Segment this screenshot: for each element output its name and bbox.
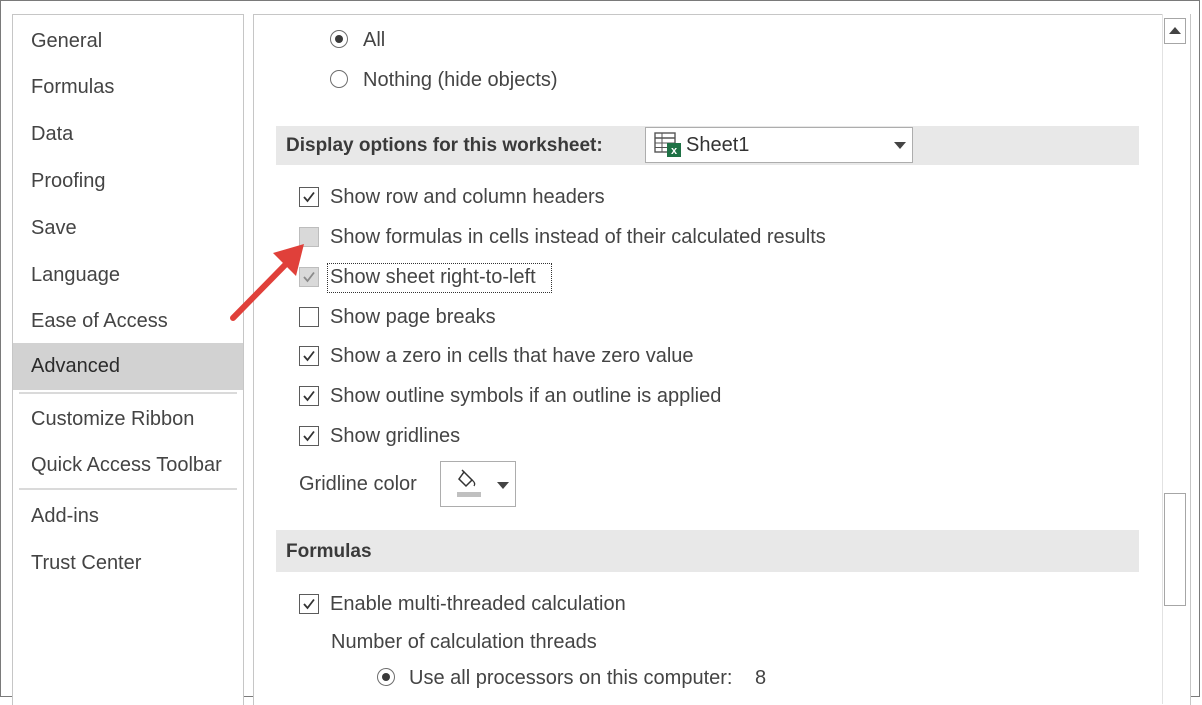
row-column-headers-label[interactable]: Show row and column headers [330, 186, 605, 209]
radio-use-all-processors[interactable] [377, 668, 395, 686]
chevron-down-icon [497, 482, 509, 489]
outline-symbols-label[interactable]: Show outline symbols if an outline is ap… [330, 385, 721, 408]
display-options-title: Display options for this worksheet: [286, 135, 603, 156]
radio-nothing[interactable] [330, 70, 348, 88]
checkbox-outline-symbols[interactable] [299, 386, 319, 406]
nav-separator [19, 488, 237, 490]
checkmark-icon [303, 350, 315, 362]
checkmark-icon [303, 191, 315, 203]
checkbox-zero-values[interactable] [299, 346, 319, 366]
scroll-up-button[interactable] [1164, 18, 1186, 44]
checkbox-row-column-headers[interactable] [299, 187, 319, 207]
checkmark-icon [303, 598, 315, 610]
radio-nothing-label[interactable]: Nothing (hide objects) [363, 69, 558, 92]
options-nav: General Formulas Data Proofing Save Lang… [12, 14, 244, 705]
checkmark-icon [303, 390, 315, 402]
radio-selected-dot [335, 35, 343, 43]
gridline-color-picker[interactable] [440, 461, 516, 507]
right-to-left-label[interactable]: Show sheet right-to-left [330, 266, 536, 289]
nav-item-advanced[interactable]: Advanced [13, 343, 243, 390]
nav-item-ease-of-access[interactable]: Ease of Access [13, 298, 243, 344]
use-all-processors-label[interactable]: Use all processors on this computer: [409, 667, 732, 690]
nav-item-data[interactable]: Data [13, 111, 243, 157]
svg-text:x: x [671, 145, 678, 157]
checkmark-icon [303, 430, 315, 442]
zero-values-label[interactable]: Show a zero in cells that have zero valu… [330, 345, 694, 368]
formulas-title: Formulas [286, 541, 372, 562]
nav-item-save[interactable]: Save [13, 205, 243, 251]
scroll-thumb[interactable] [1164, 493, 1186, 606]
chevron-down-icon [894, 142, 906, 149]
radio-selected-dot [382, 673, 390, 681]
nav-separator [19, 392, 237, 394]
nav-item-proofing[interactable]: Proofing [13, 158, 243, 204]
checkbox-multi-threaded[interactable] [299, 594, 319, 614]
show-formulas-label[interactable]: Show formulas in cells instead of their … [330, 226, 826, 249]
chevron-up-icon [1169, 27, 1181, 34]
nav-item-trust-center[interactable]: Trust Center [13, 540, 243, 586]
formulas-header [276, 530, 1139, 572]
gridlines-label[interactable]: Show gridlines [330, 425, 460, 448]
nav-item-language[interactable]: Language [13, 252, 243, 298]
sheet-select[interactable]: x Sheet1 [645, 127, 913, 163]
sheet-select-value: Sheet1 [686, 134, 750, 156]
nav-item-add-ins[interactable]: Add-ins [13, 493, 243, 539]
multi-threaded-label[interactable]: Enable multi-threaded calculation [330, 593, 626, 616]
checkbox-right-to-left[interactable] [299, 267, 319, 287]
nav-item-formulas[interactable]: Formulas [13, 64, 243, 110]
fill-color-icon [457, 469, 481, 497]
gridline-color-label: Gridline color [299, 473, 417, 495]
processor-count: 8 [755, 667, 767, 689]
page-breaks-label[interactable]: Show page breaks [330, 306, 496, 329]
threads-label: Number of calculation threads [331, 631, 597, 653]
radio-all-label[interactable]: All [363, 29, 385, 52]
nav-item-customize-ribbon[interactable]: Customize Ribbon [13, 396, 243, 442]
nav-item-quick-access-toolbar[interactable]: Quick Access Toolbar [13, 442, 243, 488]
sheet-icon: x [654, 132, 681, 157]
nav-item-general[interactable]: General [13, 18, 243, 64]
checkbox-page-breaks[interactable] [299, 307, 319, 327]
checkbox-gridlines[interactable] [299, 426, 319, 446]
checkmark-icon [303, 271, 315, 283]
checkbox-show-formulas[interactable] [299, 227, 319, 247]
radio-all[interactable] [330, 30, 348, 48]
